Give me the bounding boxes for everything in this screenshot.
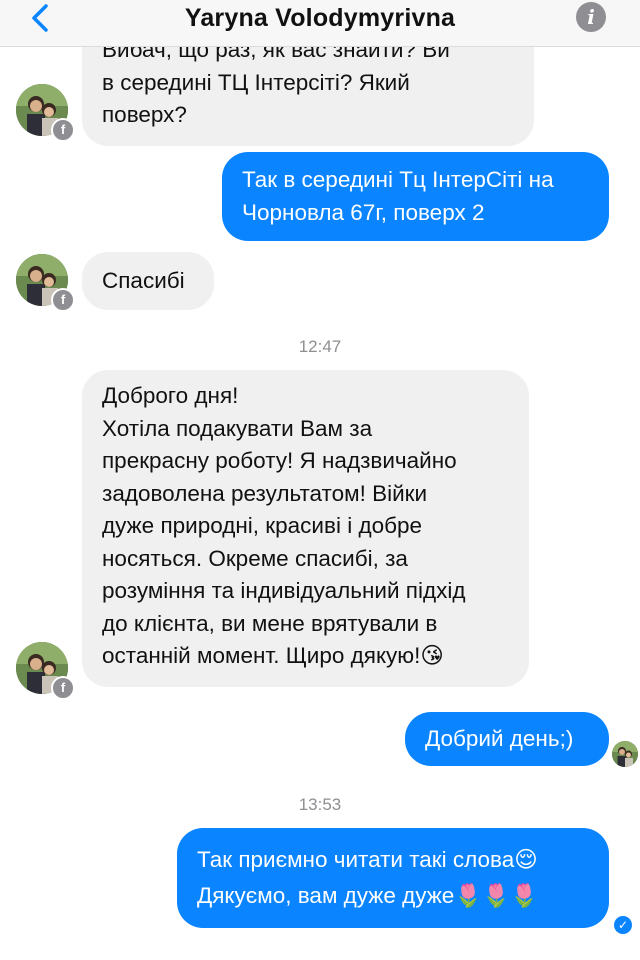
info-icon[interactable]: i [576,2,606,32]
facebook-badge-icon: f [51,288,75,312]
facebook-badge-icon: f [51,118,75,142]
conversation-header: Yaryna Volodymyrivna i [0,0,640,47]
message-bubble-outgoing[interactable]: Так приємно читати такі слова😌 Дякуємо, … [177,828,609,928]
seen-indicator-avatar [612,741,638,767]
timestamp: 13:53 [298,795,342,814]
message-bubble-incoming[interactable]: Доброго дня! Хотіла подакувати Вам за пр… [82,370,529,687]
message-bubble-outgoing[interactable]: Так в середині Тц ІнтерСіті на Чорновла … [222,152,609,241]
contact-name-title[interactable]: Yaryna Volodymyrivna [0,4,640,33]
message-bubble-incoming[interactable]: Спасибі [82,252,214,310]
message-bubble-outgoing[interactable]: Добрий день;) [405,712,609,766]
delivered-check-icon: ✓ [614,916,632,934]
avatar-photo-icon [612,741,638,767]
timestamp: 12:47 [298,337,342,356]
facebook-badge-icon: f [51,676,75,700]
chat-screen: Вибач, що раз, як вас знайти? Ви в серед… [0,0,640,960]
